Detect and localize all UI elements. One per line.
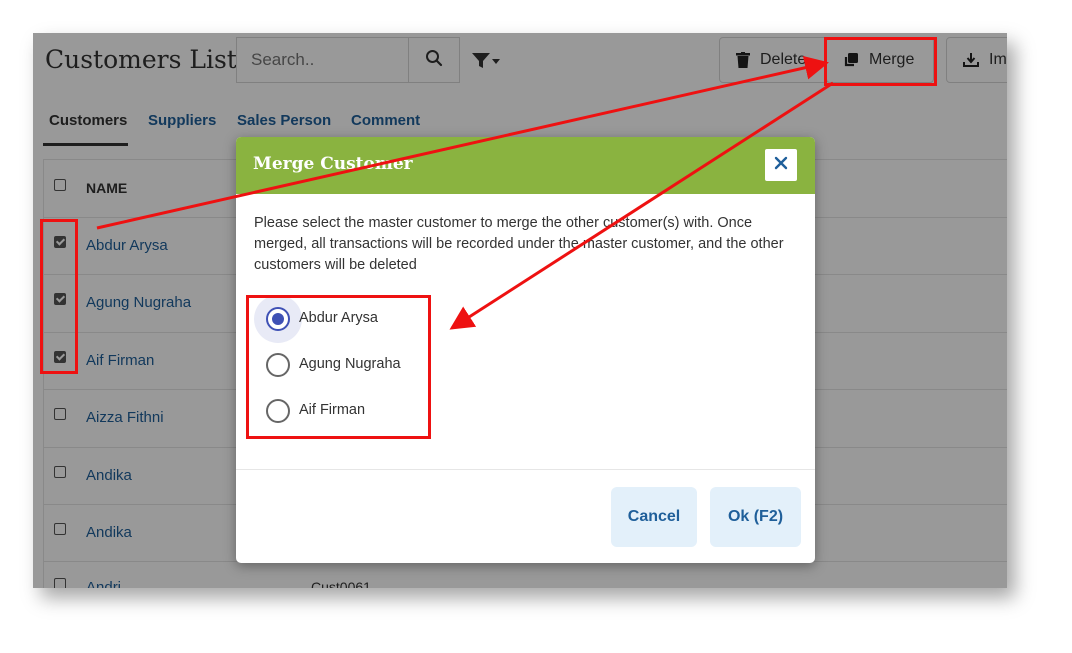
annotation-arrows <box>96 55 834 330</box>
annotation-arrow-to-merge <box>96 55 829 230</box>
annotation-arrow-to-options <box>449 81 834 330</box>
